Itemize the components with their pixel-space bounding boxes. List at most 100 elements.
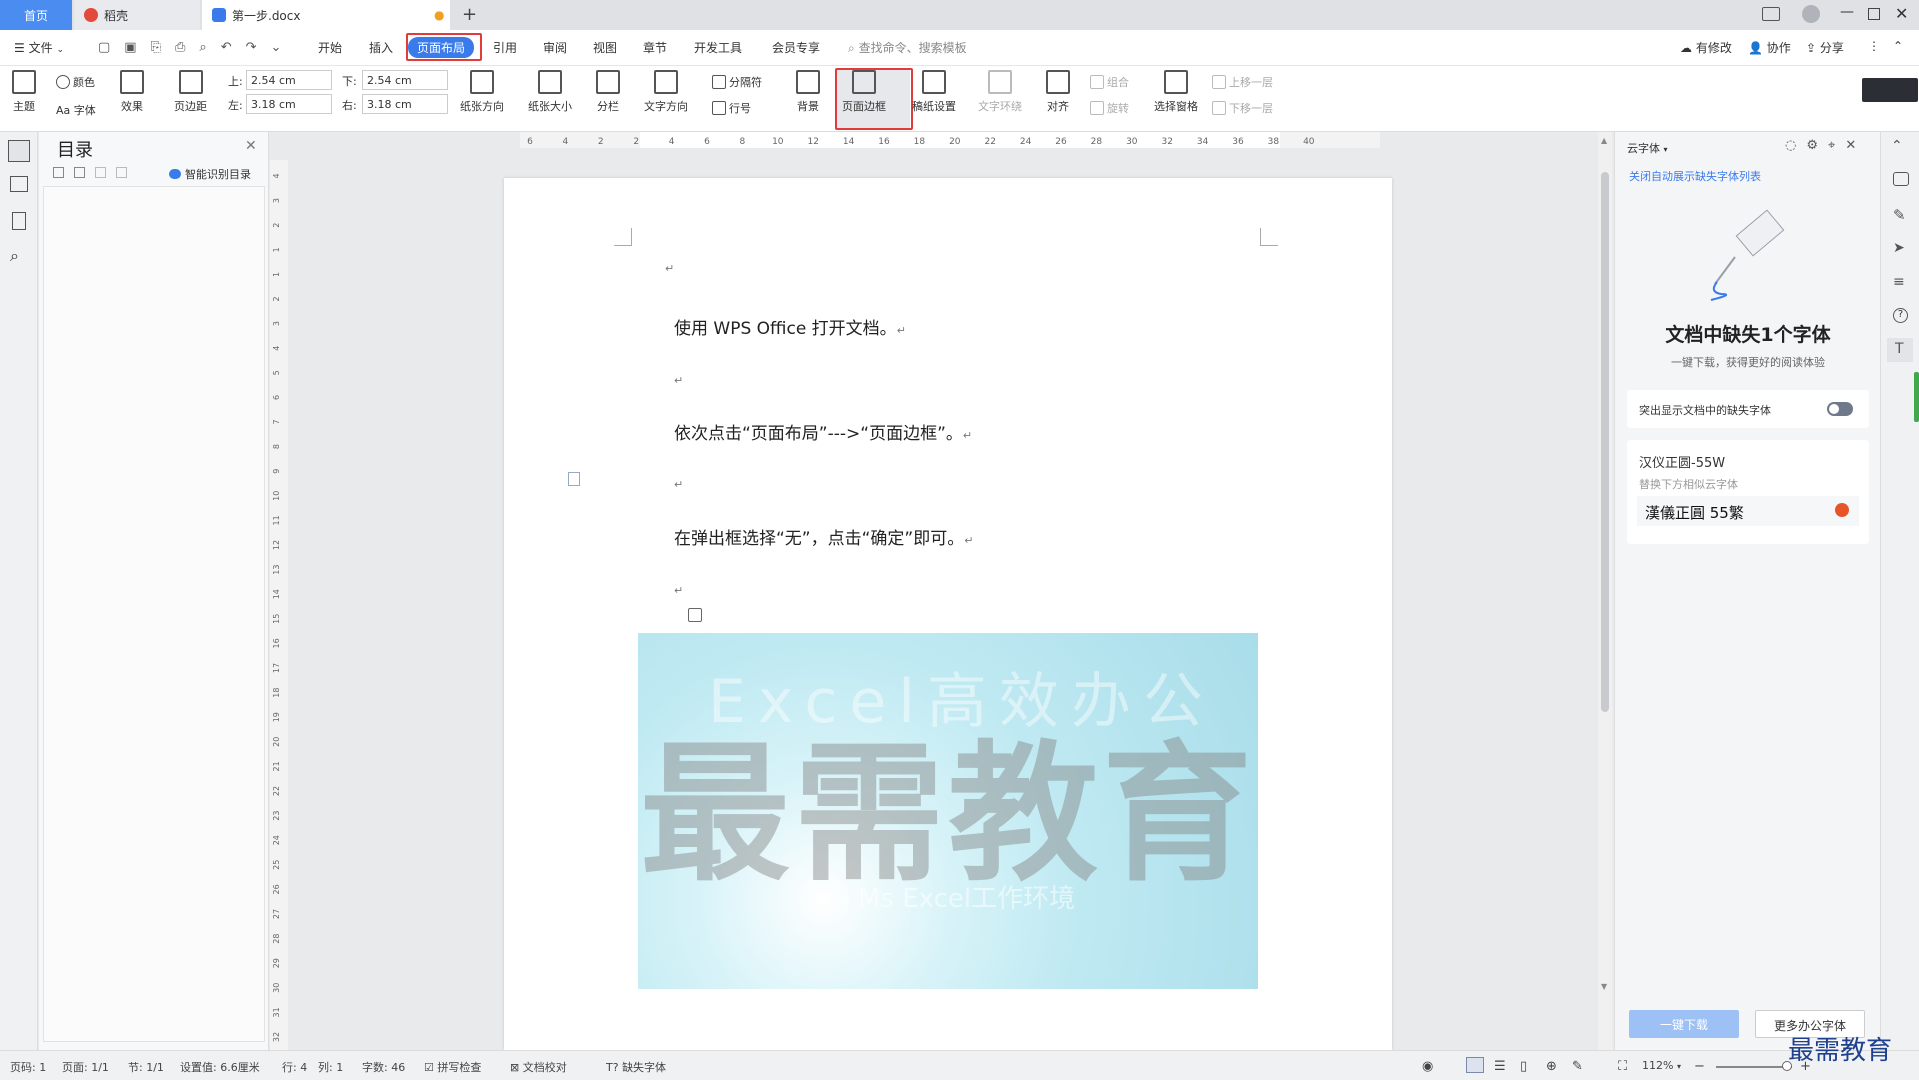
menu-developer[interactable]: 开发工具 <box>694 39 742 56</box>
close-icon[interactable]: ✕ <box>1845 138 1856 153</box>
status-word-count[interactable]: 字数: 46 <box>362 1059 405 1075</box>
paragraph-handle-icon[interactable] <box>568 472 580 486</box>
smart-toc-button[interactable]: 智能识别目录 <box>169 166 251 182</box>
collapse-ribbon-icon[interactable]: ⌃ <box>1893 39 1903 53</box>
modified-button[interactable]: ☁ 有修改 <box>1680 39 1732 56</box>
paste-options-icon[interactable] <box>688 608 702 622</box>
layout-icon[interactable] <box>1762 7 1780 21</box>
font-suggestion-row[interactable]: 漢儀正圓 55繁 <box>1637 496 1859 526</box>
download-badge-icon[interactable] <box>1835 503 1849 517</box>
document-image[interactable]: Excel高效办公 最需教育 Ms Excel工作环境 <box>638 633 1258 989</box>
margin-button[interactable]: 页边距 <box>174 70 207 114</box>
scroll-down-icon[interactable]: ▼ <box>1601 982 1607 991</box>
eye-protection-icon[interactable]: ◉ <box>1422 1059 1433 1074</box>
restore-icon[interactable] <box>1868 8 1880 20</box>
export-icon[interactable]: ⎘ <box>151 40 161 55</box>
tab-document[interactable]: 第一步.docx ● <box>202 0 450 30</box>
document-page[interactable]: ↵ 使用 WPS Office 打开文档。↵ ↵ 依次点击“页面布局”--->“… <box>504 178 1392 1050</box>
pen-mode-icon[interactable]: ✎ <box>1572 1059 1583 1074</box>
tab-daoke[interactable]: 稻壳 <box>74 0 200 30</box>
align-button[interactable]: 对齐 <box>1046 70 1070 114</box>
redo-icon[interactable]: ↷ <box>246 40 257 55</box>
vertical-scrollbar[interactable]: ▲ ▼ <box>1598 132 1612 1050</box>
template-icon[interactable] <box>1893 172 1909 186</box>
collaborate-button[interactable]: 👤 协作 <box>1748 39 1791 56</box>
menu-view[interactable]: 视图 <box>593 39 617 56</box>
highlight-missing-toggle[interactable] <box>1827 402 1853 416</box>
zoom-level[interactable]: 112% ▾ <box>1642 1059 1681 1072</box>
avatar[interactable] <box>1802 5 1820 23</box>
line-number-button[interactable]: 行号 <box>712 100 751 116</box>
close-icon[interactable]: ✕ <box>1895 4 1908 23</box>
remove-level-icon[interactable] <box>116 167 127 178</box>
page-view-icon[interactable] <box>1466 1057 1484 1073</box>
outline-view-icon[interactable]: ☰ <box>1494 1059 1506 1074</box>
bookmark-icon[interactable] <box>12 212 26 230</box>
color-button[interactable]: 颜色 <box>56 74 95 90</box>
reading-view-icon[interactable]: ▯ <box>1520 1059 1527 1074</box>
menu-member[interactable]: 会员专享 <box>772 39 820 56</box>
draft-settings-button[interactable]: 稿纸设置 <box>912 70 956 114</box>
missing-font-button[interactable]: T? 缺失字体 <box>606 1059 666 1075</box>
close-icon[interactable]: ✕ <box>245 138 257 154</box>
gear-icon[interactable]: ⚙ <box>1806 138 1818 153</box>
chat-icon[interactable]: ◌ <box>1785 138 1796 153</box>
close-auto-show-link[interactable]: 关闭自动展示缺失字体列表 <box>1629 168 1761 184</box>
paragraph-2[interactable]: 依次点击“页面布局”--->“页面边框”。↵ <box>674 419 972 444</box>
customize-icon[interactable]: ⌄ <box>271 40 282 55</box>
save-icon[interactable]: ▣ <box>124 40 136 55</box>
scrollbar-thumb[interactable] <box>1601 172 1609 712</box>
orientation-button[interactable]: 纸张方向 <box>460 70 504 114</box>
cursor-icon[interactable]: ➤ <box>1893 240 1905 256</box>
command-search[interactable]: ⌕ 查找命令、搜索模板 <box>848 39 967 56</box>
margin-top-input[interactable]: 2.54 cm <box>246 70 332 90</box>
help-icon[interactable]: ? <box>1893 308 1908 323</box>
paper-size-button[interactable]: 纸张大小 <box>528 70 572 114</box>
font-panel-tab[interactable]: T <box>1887 338 1913 362</box>
menu-review[interactable]: 审阅 <box>543 39 567 56</box>
fit-page-icon[interactable]: ⛶ <box>1618 1059 1627 1074</box>
minimize-icon[interactable]: — <box>1840 4 1854 20</box>
text-direction-button[interactable]: 文字方向 <box>644 70 688 114</box>
new-doc-icon[interactable]: ▢ <box>98 40 110 55</box>
more-icon[interactable]: ⋮ <box>1868 39 1880 53</box>
columns-button[interactable]: 分栏 <box>596 70 620 114</box>
bring-forward-button[interactable]: 上移一层 <box>1212 74 1273 90</box>
separator-button[interactable]: 分隔符 <box>712 74 762 90</box>
menu-references[interactable]: 引用 <box>493 39 517 56</box>
undo-icon[interactable]: ↶ <box>221 40 232 55</box>
text-wrap-button[interactable]: 文字环绕 <box>978 70 1022 114</box>
print-preview-icon[interactable]: ⌕ <box>199 40 206 55</box>
chapter-nav-icon[interactable] <box>10 176 28 192</box>
menu-chapter[interactable]: 章节 <box>643 39 667 56</box>
menu-start[interactable]: 开始 <box>318 39 342 56</box>
margin-left-input[interactable]: 3.18 cm <box>246 94 332 114</box>
background-button[interactable]: 背景 <box>796 70 820 114</box>
zoom-slider[interactable] <box>1716 1061 1792 1071</box>
status-page-number[interactable]: 页码: 1 <box>10 1059 46 1075</box>
expand-all-icon[interactable] <box>53 167 64 178</box>
tab-home[interactable]: 首页 <box>0 0 72 30</box>
font-theme-button[interactable]: Aa 字体 <box>56 102 96 118</box>
rotate-button[interactable]: 旋转 <box>1090 100 1129 116</box>
chevron-up-icon[interactable]: ⌃ <box>1891 138 1903 154</box>
spell-check-button[interactable]: ☑ 拼写检查 <box>424 1059 481 1075</box>
share-button[interactable]: ⇪ 分享 <box>1806 39 1844 56</box>
web-view-icon[interactable]: ⊕ <box>1546 1059 1557 1074</box>
print-icon[interactable]: ⎙ <box>175 40 185 55</box>
pen-icon[interactable]: ✎ <box>1893 206 1906 224</box>
status-pages[interactable]: 页面: 1/1 <box>62 1059 109 1075</box>
margin-bottom-input[interactable]: 2.54 cm <box>362 70 448 90</box>
margin-right-input[interactable]: 3.18 cm <box>362 94 448 114</box>
paragraph-1[interactable]: 使用 WPS Office 打开文档。↵ <box>674 314 906 339</box>
sliders-icon[interactable]: ≡ <box>1893 274 1905 290</box>
paragraph-3[interactable]: 在弹出框选择“无”，点击“确定”即可。↵ <box>674 524 973 549</box>
scroll-up-icon[interactable]: ▲ <box>1601 136 1607 145</box>
proofread-button[interactable]: ⊠ 文档校对 <box>510 1059 567 1075</box>
selection-pane-button[interactable]: 选择窗格 <box>1154 70 1198 114</box>
menu-insert[interactable]: 插入 <box>369 39 393 56</box>
download-all-button[interactable]: 一键下载 <box>1629 1010 1739 1038</box>
effect-button[interactable]: 效果 <box>120 70 144 114</box>
toc-panel-icon[interactable] <box>8 140 30 162</box>
search-icon[interactable]: ⌕ <box>10 246 19 266</box>
